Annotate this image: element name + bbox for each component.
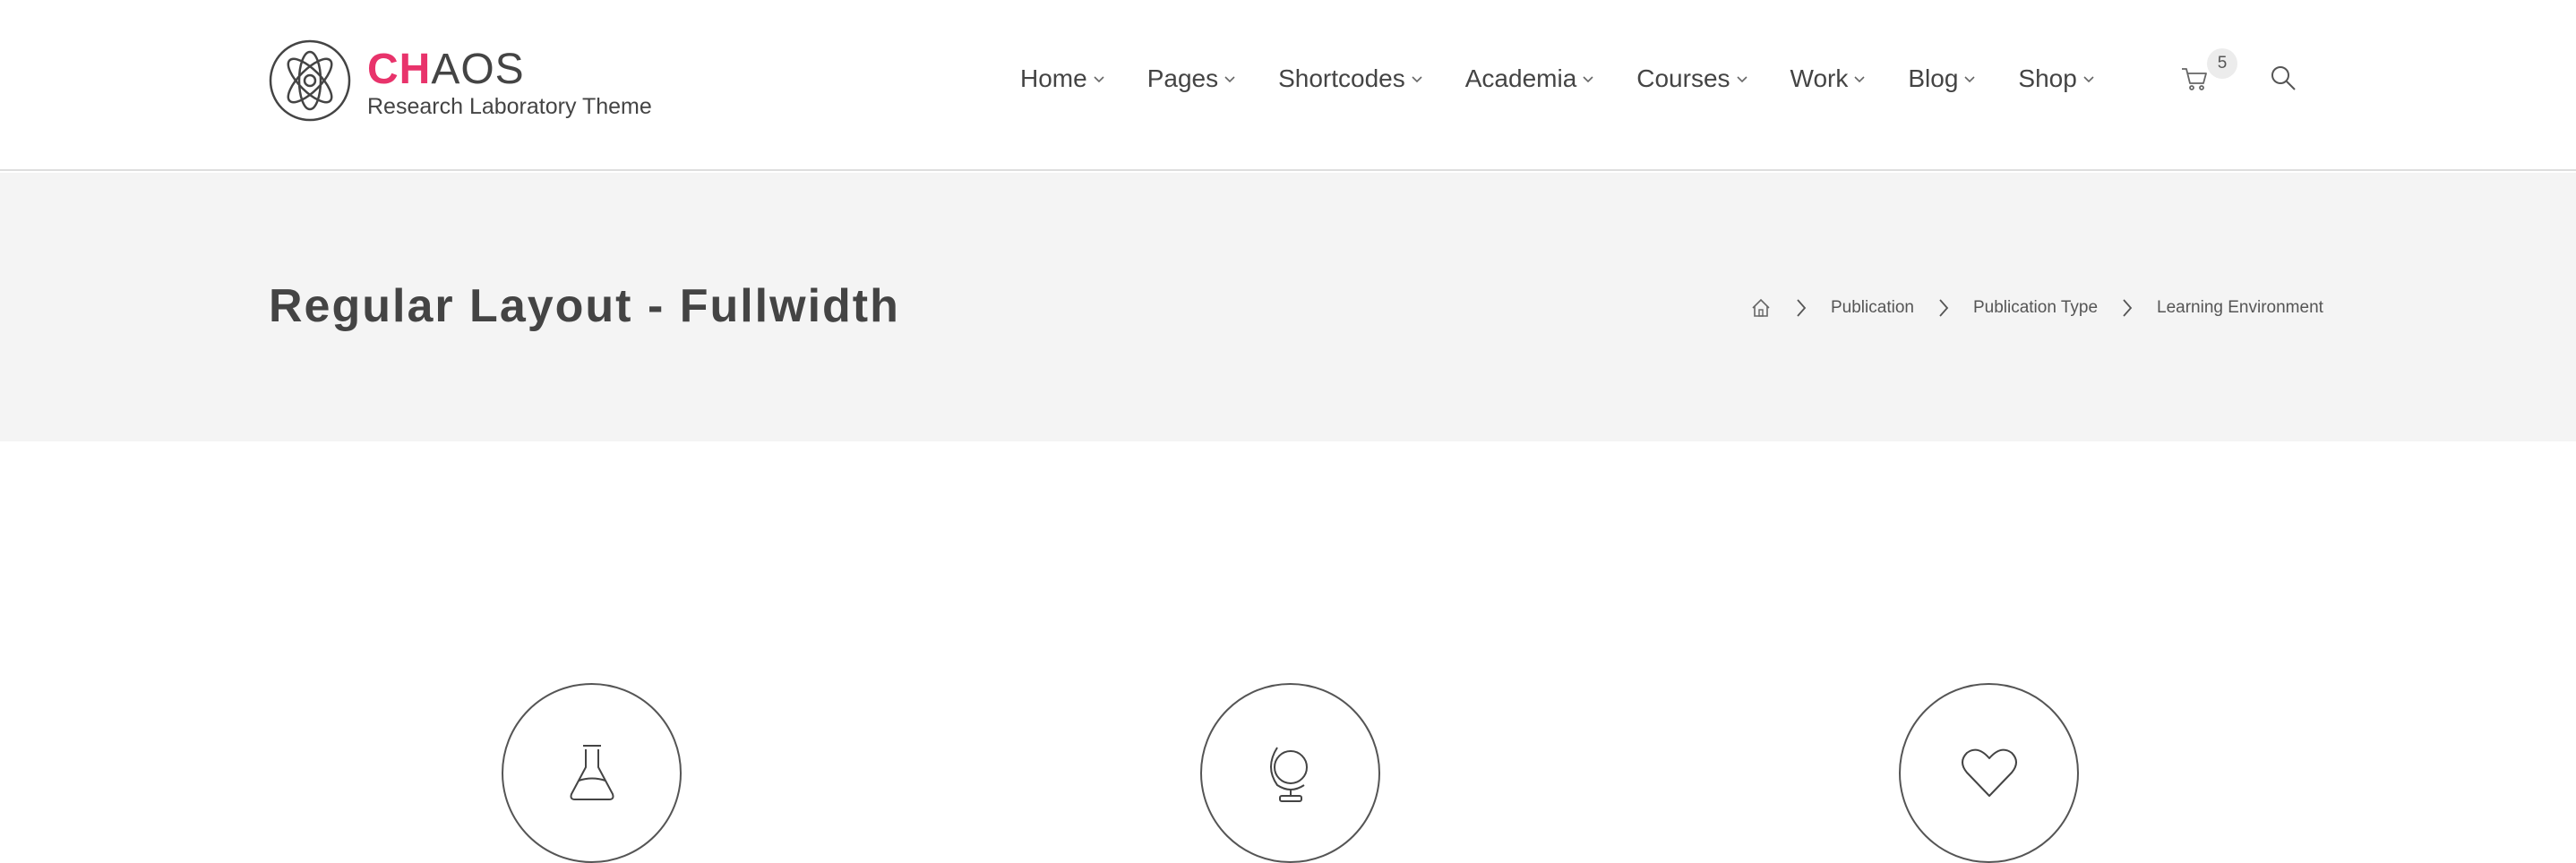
nav-item-label: Shortcodes [1278,64,1405,92]
brand-name: CHAOS [367,48,652,91]
breadcrumb-item-publication[interactable]: Publication [1831,298,1914,318]
breadcrumb-item-publication-type[interactable]: Publication Type [1973,298,2098,318]
chevron-right-icon [1797,299,1807,317]
nav-item-pages[interactable]: Pages [1147,64,1236,93]
home-icon[interactable] [1750,297,1772,319]
nav-item-label: Work [1790,64,1849,92]
heart-icon [1961,748,2017,797]
feature-flask [502,683,682,863]
nav-item-shop[interactable]: Shop [2018,64,2094,93]
chevron-down-icon [2083,76,2094,83]
nav-item-label: Pages [1146,64,1219,92]
chevron-down-icon [1583,76,1593,83]
nav-item-label: Shop [2018,64,2077,92]
cart-count-badge[interactable]: 5 [2207,48,2237,79]
chevron-down-icon [1964,76,1975,83]
cart-icon[interactable] [2180,64,2209,93]
nav-item-label: Courses [1636,64,1730,92]
breadcrumb: Publication Publication Type Learning En… [1750,295,2323,321]
globe-icon [1269,746,1308,802]
site-logo[interactable]: CHAOS Research Laboratory Theme [269,39,652,122]
nav-item-home[interactable]: Home [1020,64,1105,93]
site-header: CHAOS Research Laboratory Theme Home Pag… [0,0,2576,171]
feature-heart [1899,683,2079,863]
nav-item-academia[interactable]: Academia [1465,64,1595,93]
nav-item-label: Academia [1464,64,1577,92]
nav-item-courses[interactable]: Courses [1636,64,1747,93]
chevron-right-icon [1939,299,1949,317]
chevron-down-icon [1736,76,1747,83]
chevron-down-icon [1854,76,1865,83]
logo-text: CHAOS Research Laboratory Theme [367,48,652,120]
nav-item-label: Home [1020,64,1087,92]
nav-item-blog[interactable]: Blog [1908,64,1976,93]
atom-icon [269,39,351,122]
brand-name-accent: CH [367,46,432,93]
breadcrumb-item-current: Learning Environment [2157,298,2323,317]
main-nav: Home Pages Shortcodes Academia Courses W… [1020,61,2095,97]
chevron-down-icon [1224,76,1235,83]
flask-icon [570,744,614,800]
brand-name-rest: AOS [431,46,525,93]
nav-item-shortcodes[interactable]: Shortcodes [1278,64,1423,93]
nav-item-work[interactable]: Work [1790,64,1867,93]
chevron-down-icon [1412,76,1422,83]
feature-globe [1200,683,1380,863]
page-title: Regular Layout - Fullwidth [269,280,900,332]
search-icon[interactable] [2270,64,2297,91]
chevron-down-icon [1094,76,1104,83]
page-title-bar: Regular Layout - Fullwidth Publication P… [0,173,2576,441]
chevron-right-icon [2123,299,2133,317]
brand-tagline: Research Laboratory Theme [367,94,652,119]
nav-item-label: Blog [1908,64,1959,92]
